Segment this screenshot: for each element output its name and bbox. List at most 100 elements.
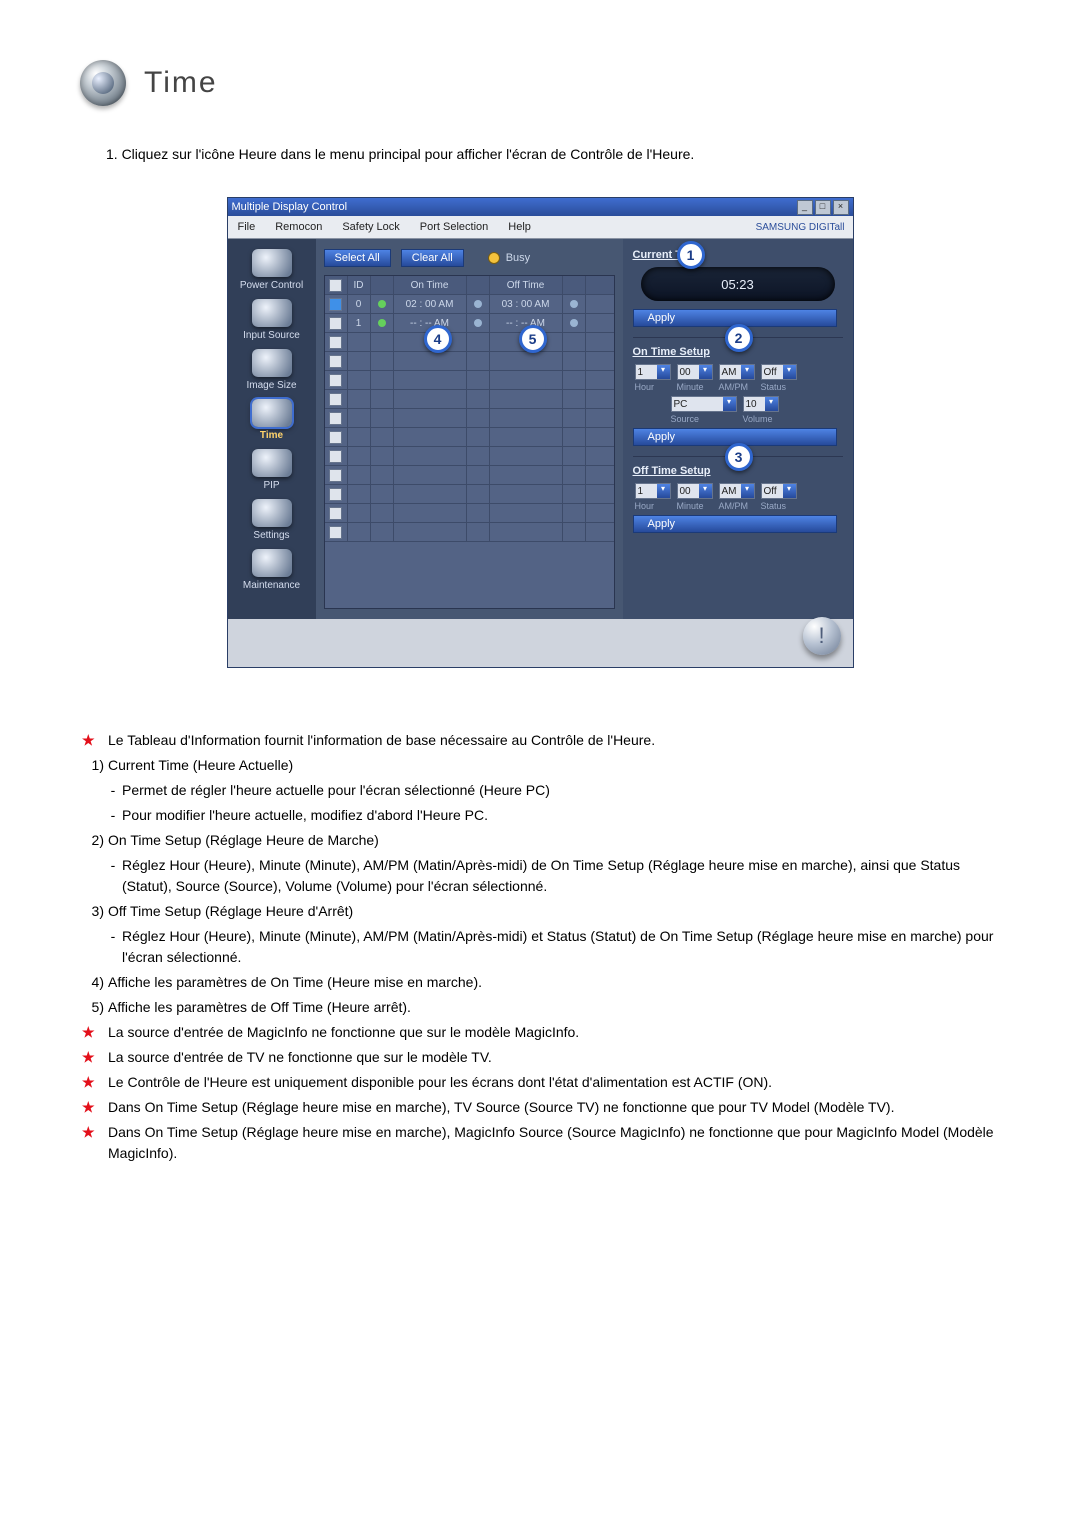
row-checkbox[interactable] (329, 317, 342, 330)
star-icon: ★ (80, 1120, 106, 1166)
row-checkbox[interactable] (329, 450, 342, 463)
row-checkbox[interactable] (329, 412, 342, 425)
chevron-down-icon: ▾ (783, 484, 796, 498)
help-icon[interactable]: ! (803, 617, 841, 655)
on-time-setup: 2 On Time Setup 1▾ 00▾ AM▾ Off▾ Hour Min… (633, 337, 843, 456)
callout-badge-1: 1 (677, 241, 705, 269)
header-id: ID (348, 276, 371, 294)
header-checkbox[interactable] (329, 279, 342, 292)
current-time-display: 1 05:23 (641, 267, 835, 301)
row-checkbox[interactable] (329, 526, 342, 539)
sidebar-item-input[interactable]: Input Source (236, 299, 308, 341)
row-checkbox[interactable] (329, 488, 342, 501)
label-status: Status (761, 501, 797, 511)
select-all-button[interactable]: Select All (324, 249, 391, 267)
note-number: 4) (80, 970, 106, 995)
on-minute-select[interactable]: 00▾ (677, 364, 713, 380)
label-hour: Hour (635, 501, 671, 511)
chevron-down-icon: ▾ (741, 365, 754, 379)
sidebar-item-image[interactable]: Image Size (236, 349, 308, 391)
chevron-down-icon: ▾ (699, 484, 712, 498)
current-time-label: Current Time (633, 249, 843, 261)
note-number: 1) (80, 753, 106, 778)
note-number: 3) (80, 899, 106, 924)
row-checkbox[interactable] (329, 431, 342, 444)
row-checkbox[interactable] (329, 393, 342, 406)
label-status: Status (761, 382, 797, 392)
table-row[interactable]: 1 -- : -- AM -- : -- AM (325, 314, 614, 333)
row-off-time: 03 : 00 AM (490, 295, 563, 313)
display-grid: 4 5 ID On Time Off Time 0 02 : 00 AM (324, 275, 615, 609)
chevron-down-icon: ▾ (741, 484, 754, 498)
off-ampm-select[interactable]: AM▾ (719, 483, 755, 499)
busy-icon (488, 252, 500, 264)
table-row[interactable]: 0 02 : 00 AM 03 : 00 AM (325, 295, 614, 314)
note-number: 2) (80, 828, 106, 853)
chevron-down-icon: ▾ (783, 365, 796, 379)
note-text: Pour modifier l'heure actuelle, modifiez… (120, 803, 1000, 828)
row-checkbox[interactable] (329, 469, 342, 482)
sidebar-item-pip[interactable]: PIP (236, 449, 308, 491)
close-icon[interactable]: × (833, 200, 849, 215)
on-hour-select[interactable]: 1▾ (635, 364, 671, 380)
note-heading: Off Time Setup (Réglage Heure d'Arrêt) (106, 899, 1000, 924)
row-id: 0 (348, 295, 371, 313)
note-text: La source d'entrée de MagicInfo ne fonct… (106, 1020, 1000, 1045)
minimize-icon[interactable]: _ (797, 200, 813, 215)
callout-badge-2: 2 (725, 324, 753, 352)
brand-label: SAMSUNG DIGITall (756, 222, 853, 233)
clear-all-button[interactable]: Clear All (401, 249, 464, 267)
on-status-select[interactable]: Off▾ (761, 364, 797, 380)
off-status-select[interactable]: Off▾ (761, 483, 797, 499)
note-text: Le Contrôle de l'Heure est uniquement di… (106, 1070, 1000, 1095)
chevron-down-icon: ▾ (765, 397, 778, 411)
dash: - (106, 778, 120, 803)
menu-help[interactable]: Help (498, 221, 541, 233)
status-dot-icon (378, 319, 386, 327)
menu-file[interactable]: File (228, 221, 266, 233)
star-icon: ★ (80, 728, 106, 753)
status-dot-icon (474, 300, 482, 308)
row-checkbox[interactable] (329, 336, 342, 349)
busy-label: Busy (506, 252, 530, 264)
maximize-icon[interactable]: □ (815, 200, 831, 215)
note-text: Le Tableau d'Information fournit l'infor… (106, 728, 1000, 753)
sidebar-item-time[interactable]: Time (236, 399, 308, 441)
off-hour-select[interactable]: 1▾ (635, 483, 671, 499)
dash: - (106, 853, 120, 899)
menubar: File Remocon Safety Lock Port Selection … (228, 216, 853, 239)
busy-indicator: Busy (488, 252, 530, 264)
label-ampm: AM/PM (719, 382, 755, 392)
apply-off-time-button[interactable]: Apply (633, 515, 837, 533)
note-text: La source d'entrée de TV ne fonctionne q… (106, 1045, 1000, 1070)
row-checkbox[interactable] (329, 298, 342, 311)
header-off-time: Off Time (490, 276, 563, 294)
label-ampm: AM/PM (719, 501, 755, 511)
note-text: Dans On Time Setup (Réglage heure mise e… (106, 1120, 1000, 1166)
menu-remocon[interactable]: Remocon (265, 221, 332, 233)
sidebar-item-label: Power Control (236, 280, 308, 291)
sidebar-item-maintenance[interactable]: Maintenance (236, 549, 308, 591)
off-time-setup: 3 Off Time Setup 1▾ 00▾ AM▾ Off▾ Hour Mi… (633, 456, 843, 543)
sidebar-item-settings[interactable]: Settings (236, 499, 308, 541)
star-icon: ★ (80, 1070, 106, 1095)
sidebar: Power Control Input Source Image Size Ti… (228, 239, 316, 619)
menu-safety-lock[interactable]: Safety Lock (332, 221, 409, 233)
on-volume-select[interactable]: 10▾ (743, 396, 779, 412)
callout-badge-4: 4 (424, 325, 452, 353)
status-dot-icon (474, 319, 482, 327)
row-checkbox[interactable] (329, 355, 342, 368)
on-source-select[interactable]: PC▾ (671, 396, 737, 412)
on-ampm-select[interactable]: AM▾ (719, 364, 755, 380)
row-checkbox[interactable] (329, 374, 342, 387)
menu-port-selection[interactable]: Port Selection (410, 221, 498, 233)
right-panel: Current Time 1 05:23 Apply 2 On Time Set… (623, 239, 853, 619)
sidebar-item-power[interactable]: Power Control (236, 249, 308, 291)
titlebar: Multiple Display Control _ □ × (228, 198, 853, 216)
chevron-down-icon: ▾ (723, 397, 736, 411)
row-checkbox[interactable] (329, 507, 342, 520)
sidebar-item-label: Image Size (236, 380, 308, 391)
note-text: Permet de régler l'heure actuelle pour l… (120, 778, 1000, 803)
off-minute-select[interactable]: 00▾ (677, 483, 713, 499)
center-pane: Select All Clear All Busy 4 5 ID On Time… (316, 239, 623, 619)
